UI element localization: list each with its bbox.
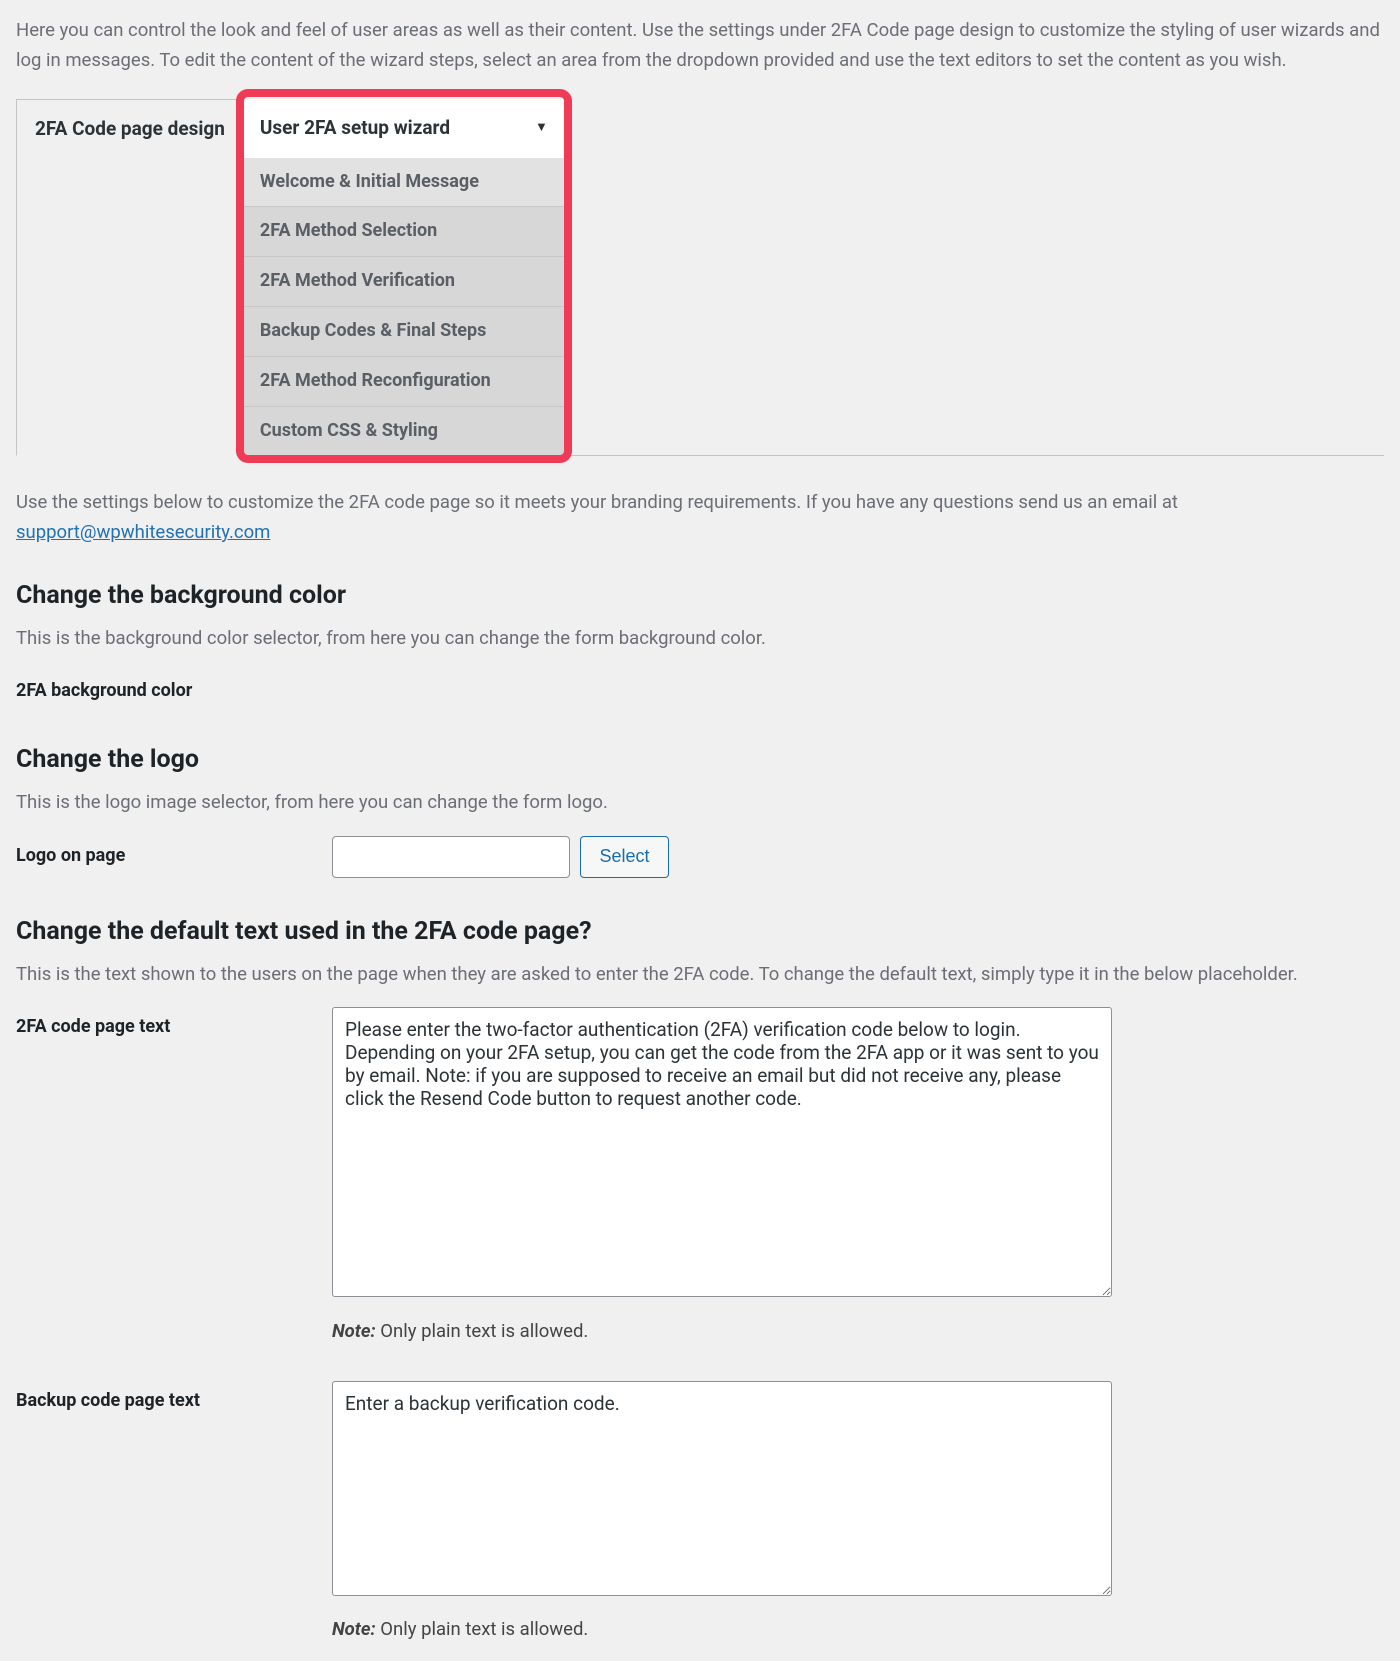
dropdown-item-method-selection[interactable]: 2FA Method Selection bbox=[244, 206, 564, 256]
note-backup-page: Note: Only plain text is allowed. bbox=[332, 1615, 1112, 1645]
dropdown-item-welcome[interactable]: Welcome & Initial Message bbox=[244, 158, 564, 207]
dropdown-item-backup-codes[interactable]: Backup Codes & Final Steps bbox=[244, 306, 564, 356]
backup-code-page-textarea[interactable] bbox=[332, 1381, 1112, 1596]
chevron-down-icon: ▼ bbox=[535, 118, 548, 139]
note-label: Note: bbox=[332, 1320, 376, 1342]
dropdown-item-custom-css[interactable]: Custom CSS & Styling bbox=[244, 406, 564, 456]
desc-default-text: This is the text shown to the users on t… bbox=[16, 960, 1384, 990]
wizard-dropdown-label: User 2FA setup wizard bbox=[260, 113, 450, 143]
customize-description: Use the settings below to customize the … bbox=[16, 488, 1384, 547]
label-backup-code-page-text: Backup code page text bbox=[16, 1381, 316, 1416]
tab-2fa-code-page-design[interactable]: 2FA Code page design bbox=[16, 99, 244, 456]
heading-background-color: Change the background color bbox=[16, 576, 1384, 616]
desc-background-color: This is the background color selector, f… bbox=[16, 624, 1384, 654]
dropdown-item-method-reconfiguration[interactable]: 2FA Method Reconfiguration bbox=[244, 356, 564, 406]
customize-desc-text: Use the settings below to customize the … bbox=[16, 491, 1178, 513]
wizard-dropdown-highlight: User 2FA setup wizard ▼ Welcome & Initia… bbox=[244, 99, 564, 455]
label-2fa-background-color: 2FA background color bbox=[16, 671, 316, 706]
wizard-dropdown[interactable]: User 2FA setup wizard ▼ bbox=[244, 99, 564, 157]
note-text: Only plain text is allowed. bbox=[376, 1320, 589, 1342]
support-email-link[interactable]: support@wpwhitesecurity.com bbox=[16, 521, 270, 543]
note-code-page: Note: Only plain text is allowed. bbox=[332, 1317, 1112, 1347]
heading-change-logo: Change the logo bbox=[16, 740, 1384, 780]
wizard-dropdown-list: Welcome & Initial Message 2FA Method Sel… bbox=[244, 158, 564, 456]
label-2fa-code-page-text: 2FA code page text bbox=[16, 1007, 316, 1042]
desc-change-logo: This is the logo image selector, from he… bbox=[16, 788, 1384, 818]
2fa-code-page-textarea[interactable] bbox=[332, 1007, 1112, 1297]
label-logo-on-page: Logo on page bbox=[16, 836, 316, 871]
logo-path-input[interactable] bbox=[332, 836, 570, 878]
dropdown-item-method-verification[interactable]: 2FA Method Verification bbox=[244, 256, 564, 306]
note-label: Note: bbox=[332, 1618, 376, 1640]
heading-default-text: Change the default text used in the 2FA … bbox=[16, 912, 1384, 952]
tabs-container: 2FA Code page design User 2FA setup wiza… bbox=[16, 99, 1384, 456]
page-intro: Here you can control the look and feel o… bbox=[16, 16, 1384, 75]
select-logo-button[interactable]: Select bbox=[580, 836, 668, 878]
note-text: Only plain text is allowed. bbox=[376, 1618, 589, 1640]
